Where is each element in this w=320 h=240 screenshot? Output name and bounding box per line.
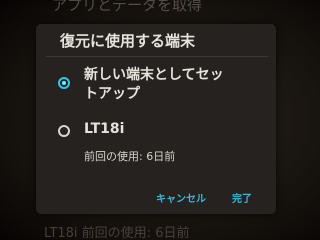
done-button[interactable]: 完了 (232, 190, 252, 205)
radio-lt18i[interactable] (58, 125, 70, 137)
dialog-title: 復元に使用する端末 (60, 32, 196, 50)
option-new-device-line1: 新しい端末としてセッ (84, 67, 224, 83)
title-divider (46, 56, 268, 57)
background-title: アプリとデータを取得 (52, 0, 203, 14)
option-lt18i[interactable]: LT18i (84, 120, 124, 139)
radio-new-device[interactable] (58, 77, 70, 89)
cancel-button[interactable]: キャンセル (156, 190, 206, 205)
phone-screen: アプリとデータを取得 LT18i 前回の使用: 6日前 復元に使用する端末 新し… (0, 0, 320, 240)
restore-device-dialog: 復元に使用する端末 新しい端末としてセッ トアップ LT18i 前回の使用: 6… (36, 24, 276, 214)
option-new-device[interactable]: 新しい端末としてセッ トアップ (84, 66, 224, 104)
option-new-device-line2: トアップ (84, 86, 140, 102)
background-device-row: LT18i 前回の使用: 6日前 (44, 226, 190, 240)
option-lt18i-last-used: 前回の使用: 6日前 (84, 150, 176, 163)
